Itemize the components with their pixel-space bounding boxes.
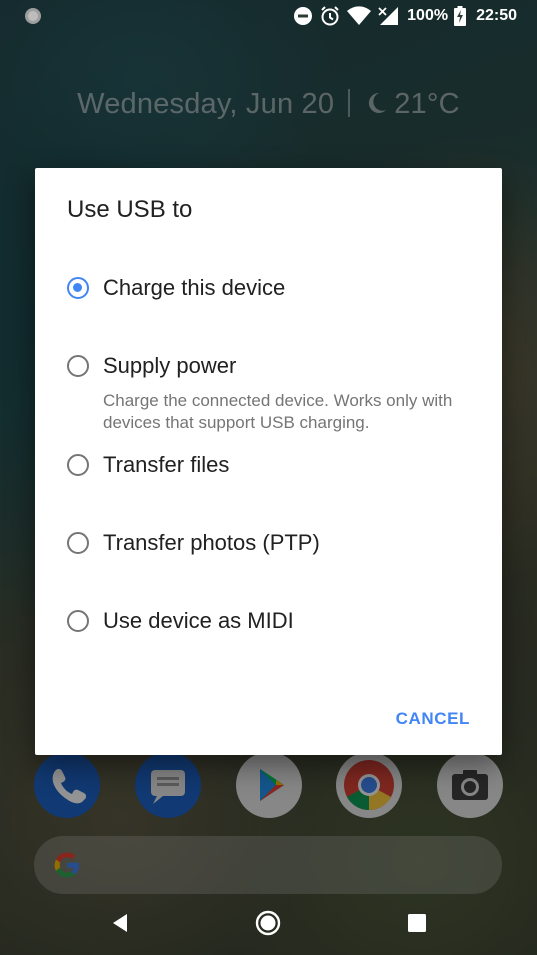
- alarm-icon: [321, 6, 339, 26]
- battery-charging-icon: [454, 6, 467, 26]
- option-label: Supply power: [103, 353, 237, 378]
- option-charge-this-device[interactable]: Charge this device: [67, 275, 487, 305]
- option-label: Transfer photos (PTP): [103, 530, 320, 555]
- usb-mode-dialog: Use USB to Charge this device Supply pow…: [35, 168, 502, 755]
- radio-button[interactable]: [67, 532, 89, 554]
- clock-time: 22:50: [476, 7, 517, 24]
- notification-dot-icon: [25, 8, 41, 24]
- option-transfer-files[interactable]: Transfer files: [67, 452, 487, 482]
- option-label: Use device as MIDI: [103, 608, 294, 633]
- no-signal-icon: [378, 7, 399, 25]
- recents-icon[interactable]: [408, 914, 426, 932]
- option-transfer-photos-ptp[interactable]: Transfer photos (PTP): [67, 530, 487, 560]
- option-subtitle: Charge the connected device. Works only …: [103, 391, 453, 432]
- radio-button-selected[interactable]: [67, 277, 89, 299]
- do-not-disturb-icon: [294, 7, 313, 25]
- option-label: Charge this device: [103, 275, 286, 300]
- wifi-icon: [347, 6, 372, 26]
- battery-percent: 100%: [407, 7, 449, 24]
- radio-button[interactable]: [67, 355, 89, 377]
- home-icon[interactable]: [255, 910, 281, 936]
- status-bar: 100% 22:50: [0, 0, 537, 32]
- option-use-device-as-midi[interactable]: Use device as MIDI: [67, 608, 487, 638]
- radio-button[interactable]: [67, 610, 89, 632]
- option-label: Transfer files: [103, 452, 230, 477]
- option-supply-power[interactable]: Supply power Charge the connected device…: [67, 353, 487, 433]
- radio-button[interactable]: [67, 454, 89, 476]
- navigation-bar: [0, 895, 537, 955]
- dialog-title: Use USB to: [67, 196, 193, 223]
- back-icon[interactable]: [110, 913, 130, 933]
- cancel-button[interactable]: CANCEL: [396, 709, 470, 729]
